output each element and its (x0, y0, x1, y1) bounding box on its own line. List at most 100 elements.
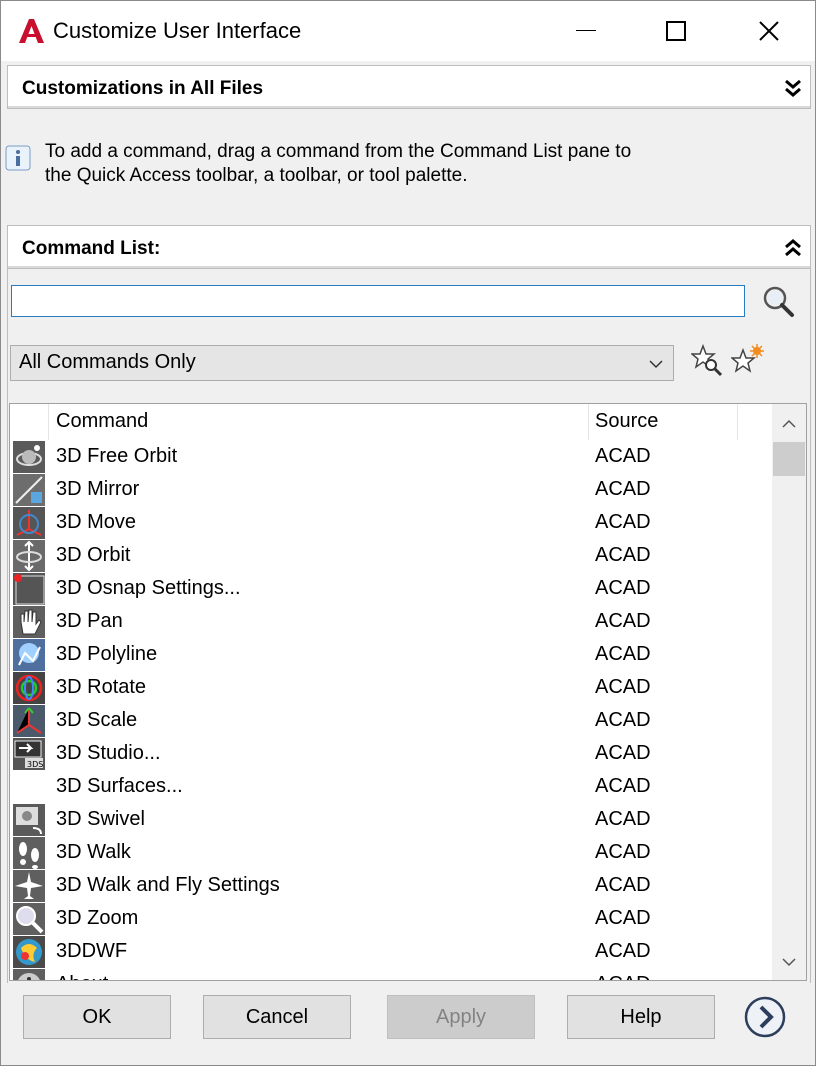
customizations-header-label: Customizations in All Files (22, 78, 264, 99)
command-name: 3D Polyline (56, 643, 158, 665)
table-row[interactable]: 3D Swivel ACAD (10, 803, 773, 836)
customize-ui-dialog: Customize User Interface Customizations … (0, 0, 816, 1066)
command-name: 3D Orbit (56, 544, 131, 566)
table-row[interactable]: About ACAD (10, 968, 773, 980)
maximize-icon (666, 21, 686, 41)
scroll-up-icon[interactable] (781, 416, 797, 432)
command-name: 3D Surfaces... (56, 775, 183, 797)
command-list-header-label: Command List: (22, 238, 161, 259)
dwf-icon (13, 936, 45, 968)
table-header: Command Source (10, 404, 773, 440)
table-row[interactable]: 3D Walk ACAD (10, 836, 773, 869)
command-source: ACAD (595, 874, 651, 896)
table-row[interactable]: 3DS 3D Studio... ACAD (10, 737, 773, 770)
table-row[interactable]: 3D Move ACAD (10, 506, 773, 539)
autocad-logo-icon (19, 19, 44, 43)
table-row[interactable]: 3D Orbit ACAD (10, 539, 773, 572)
zoom-icon (13, 903, 45, 935)
command-name: 3D Studio... (56, 742, 161, 764)
find-favorite-icon[interactable] (691, 343, 725, 377)
minimize-button[interactable] (563, 1, 609, 61)
table-row[interactable]: 3D Scale ACAD (10, 704, 773, 737)
column-separator[interactable] (588, 404, 589, 440)
column-header-source[interactable]: Source (595, 410, 658, 433)
command-name: 3D Pan (56, 610, 123, 632)
maximize-button[interactable] (653, 1, 699, 61)
command-name: 3D Free Orbit (56, 445, 178, 467)
command-name: About (56, 973, 108, 980)
close-button[interactable] (746, 1, 792, 61)
walk-fly-icon (13, 870, 45, 902)
cancel-button[interactable]: Cancel (203, 995, 351, 1039)
customizations-header[interactable]: Customizations in All Files (7, 65, 811, 109)
help-button[interactable]: Help (567, 995, 715, 1039)
mirror-icon (13, 474, 45, 506)
command-source: ACAD (595, 445, 651, 467)
command-name: 3D Walk (56, 841, 131, 863)
table-row[interactable]: 3D Osnap Settings... ACAD (10, 572, 773, 605)
command-source: ACAD (595, 511, 651, 533)
search-icon[interactable] (759, 283, 797, 319)
collapse-chevron-icon[interactable] (782, 236, 804, 260)
filter-selected-value: All Commands Only (19, 351, 196, 373)
command-name: 3DDWF (56, 940, 128, 962)
new-favorite-icon[interactable] (731, 343, 765, 377)
table-row[interactable]: 3D Rotate ACAD (10, 671, 773, 704)
command-name: 3D Osnap Settings... (56, 577, 241, 599)
minimize-icon (576, 30, 596, 31)
scroll-down-icon[interactable] (781, 954, 797, 970)
table-row[interactable]: 3D Walk and Fly Settings ACAD (10, 869, 773, 902)
table-row[interactable]: 3D Polyline ACAD (10, 638, 773, 671)
about-icon (13, 969, 45, 980)
command-filter-dropdown[interactable]: All Commands Only (10, 345, 674, 381)
command-list-header[interactable]: Command List: (7, 225, 811, 269)
apply-button[interactable]: Apply (387, 995, 535, 1039)
column-separator (48, 404, 49, 440)
osnap-icon (13, 573, 45, 605)
footprints-icon (13, 837, 45, 869)
command-name: 3D Move (56, 511, 137, 533)
command-name: 3D Mirror (56, 478, 140, 500)
window-title: Customize User Interface (53, 18, 302, 43)
command-source: ACAD (595, 940, 651, 962)
column-header-command[interactable]: Command (56, 410, 148, 433)
scroll-thumb[interactable] (773, 442, 805, 476)
hand-icon (13, 606, 45, 638)
polyline-icon (13, 639, 45, 671)
command-source: ACAD (595, 742, 651, 764)
info-message: To add a command, drag a command from th… (45, 140, 765, 188)
info-icon (5, 145, 31, 171)
ok-button[interactable]: OK (23, 995, 171, 1039)
table-row[interactable]: 3D Pan ACAD (10, 605, 773, 638)
table-row[interactable]: 3DDWF ACAD (10, 935, 773, 968)
command-table[interactable]: Command Source 3D Free Orbit ACAD 3D Mirro… (9, 403, 807, 981)
command-name: 3D Rotate (56, 676, 147, 698)
free-orbit-icon (13, 441, 45, 473)
expand-chevron-icon[interactable] (782, 76, 804, 100)
command-name: 3D Zoom (56, 907, 139, 929)
title-bar: Customize User Interface (1, 1, 815, 61)
command-source: ACAD (595, 610, 651, 632)
expand-panel-arrow-icon[interactable] (743, 995, 787, 1039)
vertical-scrollbar[interactable] (772, 404, 806, 980)
table-row[interactable]: 3D Free Orbit ACAD (10, 440, 773, 473)
command-source: ACAD (595, 544, 651, 566)
command-source: ACAD (595, 973, 651, 980)
info-line-2: the Quick Access toolbar, a toolbar, or … (45, 165, 468, 186)
close-icon (759, 21, 779, 41)
command-source: ACAD (595, 808, 651, 830)
table-row[interactable]: 3D Surfaces... ACAD (10, 770, 773, 803)
column-separator[interactable] (737, 404, 738, 440)
command-source: ACAD (595, 643, 651, 665)
command-source: ACAD (595, 841, 651, 863)
info-line-1: To add a command, drag a command from th… (45, 141, 632, 162)
command-search-input[interactable] (11, 285, 745, 317)
command-source: ACAD (595, 478, 651, 500)
table-row[interactable]: 3D Zoom ACAD (10, 902, 773, 935)
command-name: 3D Scale (56, 709, 138, 731)
table-row[interactable]: 3D Mirror ACAD (10, 473, 773, 506)
command-source: ACAD (595, 907, 651, 929)
swivel-icon (13, 804, 45, 836)
command-source: ACAD (595, 676, 651, 698)
chevron-down-icon (649, 360, 663, 369)
